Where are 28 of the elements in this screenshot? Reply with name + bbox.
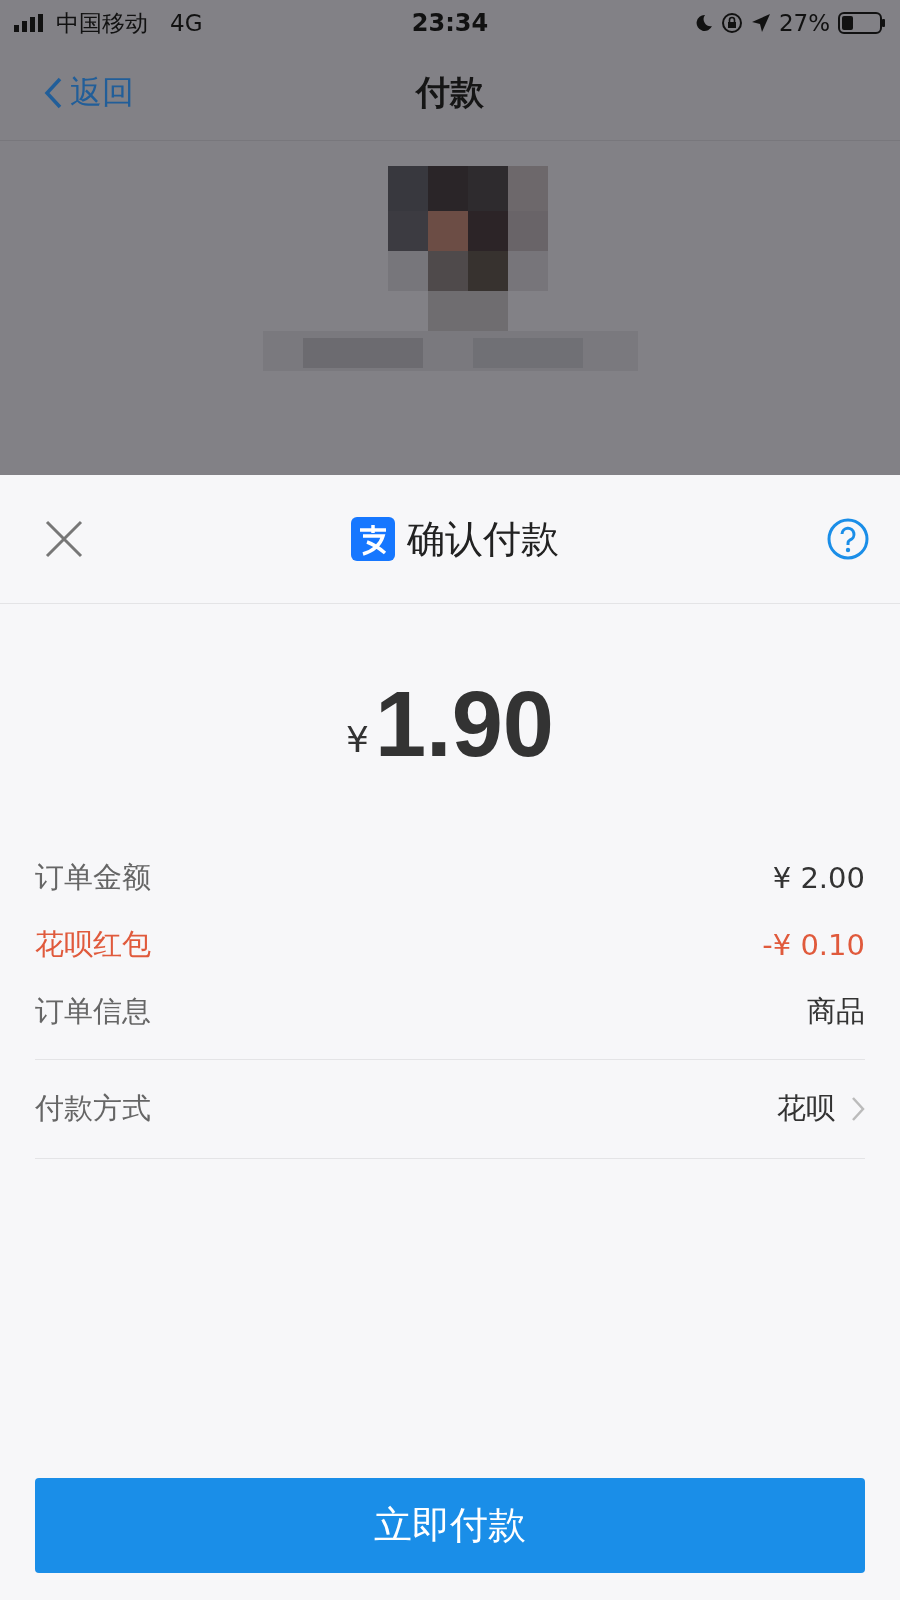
page-title: 付款 — [416, 71, 484, 114]
pay-now-button[interactable]: 立即付款 — [35, 1478, 865, 1573]
network-type: 4G — [170, 10, 203, 36]
method-label: 付款方式 — [35, 1090, 151, 1127]
rotation-lock-icon — [720, 12, 743, 34]
carrier-name: 中国移动 — [56, 8, 148, 38]
payment-method-row[interactable]: 付款方式 花呗 — [35, 1060, 865, 1159]
back-chevron-icon — [44, 77, 62, 109]
payment-amount: 1.90 — [374, 671, 554, 777]
payment-logo-icon — [351, 517, 395, 561]
currency-symbol: ¥ — [346, 718, 369, 760]
detail-label: 订单信息 — [35, 992, 151, 1030]
battery-icon — [838, 12, 886, 34]
method-value: 花呗 — [777, 1090, 835, 1127]
moon-icon — [694, 14, 713, 32]
detail-value: 商品 — [807, 992, 865, 1030]
location-arrow-icon — [750, 13, 771, 33]
back-button[interactable]: 返回 — [0, 71, 134, 115]
close-button[interactable] — [44, 519, 84, 559]
detail-label: 花呗红包 — [35, 925, 151, 963]
detail-value: ¥ 2.00 — [772, 860, 865, 895]
clock: 23:34 — [411, 9, 489, 37]
detail-label: 订单金额 — [35, 858, 151, 896]
help-button[interactable] — [826, 517, 870, 561]
battery-percent: 27% — [778, 10, 830, 36]
chevron-right-icon — [851, 1096, 865, 1122]
sheet-title: 确认付款 — [407, 515, 559, 563]
detail-value: -¥ 0.10 — [762, 927, 865, 962]
